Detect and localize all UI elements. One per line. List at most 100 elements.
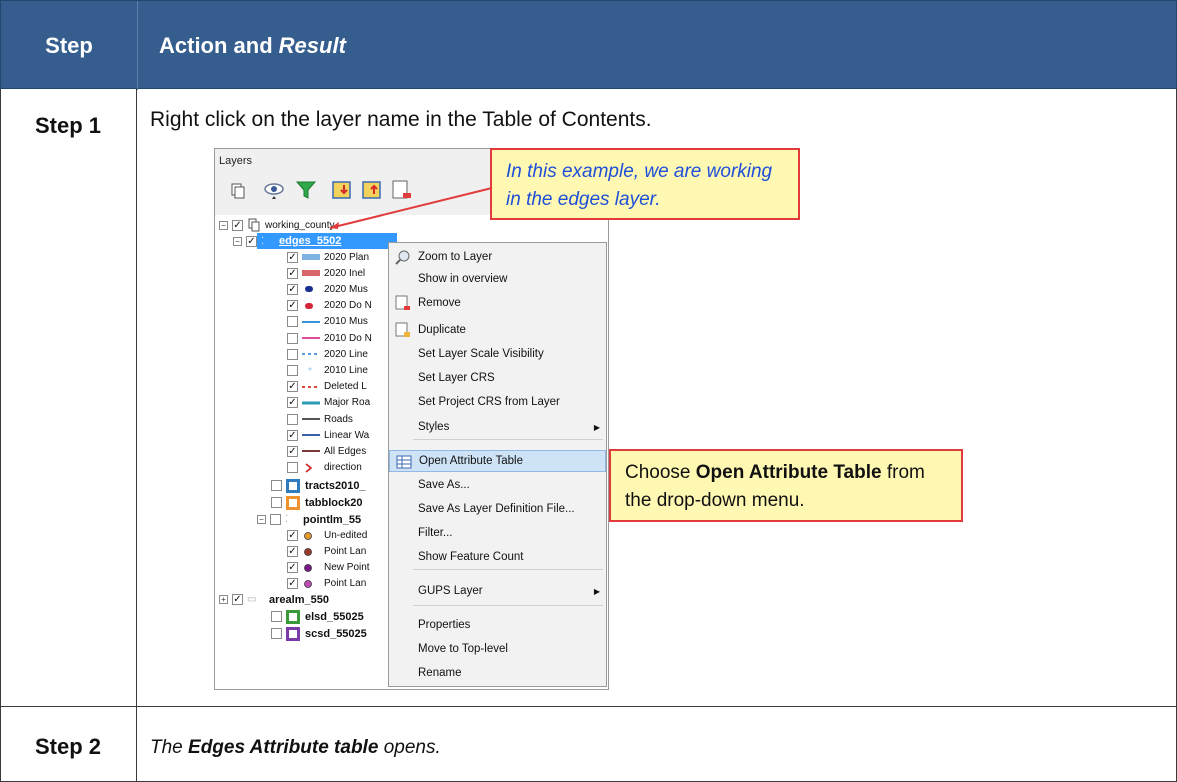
layer-checkbox[interactable]: ✓ bbox=[287, 267, 298, 279]
menu-item-save-as-layer-definition-file[interactable]: Save As Layer Definition File... bbox=[389, 498, 606, 520]
menu-item-label: Properties bbox=[418, 619, 471, 631]
tree-row-layer[interactable]: scsd_55025 bbox=[271, 626, 367, 642]
menu-separator bbox=[413, 439, 603, 440]
tree-row-sublayer[interactable]: * 2010 Line bbox=[287, 362, 368, 378]
zoom-icon bbox=[395, 249, 411, 265]
layer-checkbox[interactable]: ✓ bbox=[287, 381, 298, 393]
tree-row-sublayer[interactable]: ✓ 2020 Mus bbox=[287, 281, 368, 297]
panel-title: Layers bbox=[219, 155, 253, 167]
layer-checkbox[interactable]: ✓ bbox=[287, 562, 298, 574]
add-group-icon[interactable] bbox=[227, 179, 249, 201]
layer-label: 2010 Mus bbox=[324, 316, 368, 328]
menu-item-duplicate[interactable]: Duplicate bbox=[389, 319, 606, 341]
tree-row-point-layer[interactable]: ✓ Un-edited bbox=[287, 528, 367, 544]
layer-checkbox[interactable] bbox=[271, 497, 282, 509]
tree-row-point-layer[interactable]: ✓ New Point bbox=[287, 560, 370, 576]
callout-open-attribute-table: Choose Open Attribute Table from the dro… bbox=[609, 449, 963, 522]
tree-row-sublayer[interactable]: 2010 Do N bbox=[287, 330, 372, 346]
tree-row-point-layer[interactable]: ✓ Point Lan bbox=[287, 576, 366, 592]
layer-checkbox[interactable]: ✓ bbox=[232, 594, 243, 606]
menu-item-save-as[interactable]: Save As... bbox=[389, 474, 606, 496]
tree-row-sublayer[interactable]: 2010 Mus bbox=[287, 314, 368, 330]
tree-row-sublayer[interactable]: ✓ Deleted L bbox=[287, 379, 367, 395]
layer-checkbox[interactable]: ✓ bbox=[287, 429, 298, 441]
layer-symbol-icon bbox=[302, 301, 320, 311]
tree-row-sublayer[interactable]: direction bbox=[287, 460, 362, 476]
filter-funnel-icon[interactable] bbox=[295, 179, 317, 201]
polygon-symbol-icon bbox=[286, 495, 300, 510]
menu-item-zoom-to-layer[interactable]: Zoom to Layer bbox=[389, 246, 606, 268]
layer-checkbox[interactable] bbox=[271, 611, 282, 623]
layer-checkbox[interactable] bbox=[287, 413, 298, 425]
layer-label: All Edges bbox=[324, 445, 367, 457]
layer-checkbox[interactable]: ✓ bbox=[287, 530, 298, 542]
tree-row-sublayer[interactable]: ✓ Linear Wa bbox=[287, 427, 369, 443]
tree-row-sublayer[interactable]: ✓ 2020 Inel bbox=[287, 265, 365, 281]
menu-item-rename[interactable]: Rename bbox=[389, 662, 606, 684]
layer-checkbox[interactable] bbox=[287, 364, 298, 376]
tree-row-area-group[interactable]: + ✓ ▭ arealm_550 bbox=[219, 592, 329, 608]
tree-row-sublayer[interactable]: ✓ 2020 Do N bbox=[287, 298, 372, 314]
menu-item-label: Save As... bbox=[418, 479, 470, 491]
remove-layer-icon[interactable] bbox=[391, 179, 413, 201]
visibility-eye-icon[interactable] bbox=[263, 179, 285, 201]
menu-item-remove[interactable]: Remove bbox=[389, 292, 606, 314]
tree-row-sublayer[interactable]: Roads bbox=[287, 411, 353, 427]
menu-item-gups-layer[interactable]: GUPS Layer ▶ bbox=[389, 580, 606, 602]
tree-row-layer[interactable]: tabblock20 bbox=[271, 495, 362, 511]
tree-row-sublayer[interactable]: ✓ 2020 Plan bbox=[287, 249, 369, 265]
menu-item-set-project-crs-from-layer[interactable]: Set Project CRS from Layer bbox=[389, 391, 606, 413]
layer-checkbox[interactable]: ✓ bbox=[287, 546, 298, 558]
tree-row-layer[interactable]: elsd_55025 bbox=[271, 609, 364, 625]
layer-symbol-icon: * bbox=[302, 365, 320, 377]
layer-checkbox[interactable]: ✓ bbox=[287, 397, 298, 409]
menu-item-label: Remove bbox=[418, 297, 461, 309]
menu-item-label: Open Attribute Table bbox=[419, 455, 523, 467]
layer-checkbox[interactable] bbox=[287, 348, 298, 360]
layer-label: Linear Wa bbox=[324, 429, 370, 441]
layer-label: 2020 Do N bbox=[324, 300, 372, 312]
menu-item-show-feature-count[interactable]: Show Feature Count bbox=[389, 546, 606, 568]
layer-checkbox[interactable] bbox=[270, 514, 281, 526]
menu-item-open-attribute-table[interactable]: Open Attribute Table bbox=[389, 450, 606, 472]
menu-item-move-to-top-level[interactable]: Move to Top-level bbox=[389, 638, 606, 660]
menu-item-show-in-overview[interactable]: Show in overview bbox=[389, 268, 606, 290]
menu-item-label: Duplicate bbox=[418, 324, 466, 336]
layer-checkbox[interactable] bbox=[271, 628, 282, 640]
tree-row-layer[interactable]: tracts2010_ bbox=[271, 478, 366, 494]
layer-label: elsd_55025 bbox=[305, 610, 364, 623]
layer-symbol-icon bbox=[302, 430, 320, 440]
tree-row-sublayer[interactable]: 2020 Line bbox=[287, 346, 368, 362]
expand-all-icon[interactable] bbox=[331, 179, 353, 201]
layer-checkbox[interactable]: ✓ bbox=[287, 283, 298, 295]
layer-symbol-icon bbox=[302, 317, 320, 327]
tree-row-point-group[interactable]: − ⁚ pointlm_55 bbox=[257, 512, 361, 528]
layer-checkbox[interactable]: ✓ bbox=[287, 578, 298, 590]
layer-label: 2020 Inel bbox=[324, 267, 366, 279]
menu-item-set-layer-scale-visibility[interactable]: Set Layer Scale Visibility bbox=[389, 343, 606, 365]
tree-row-group[interactable]: − ✓ working_county bbox=[219, 217, 334, 233]
menu-item-set-layer-crs[interactable]: Set Layer CRS bbox=[389, 367, 606, 389]
layer-checkbox[interactable] bbox=[287, 316, 298, 328]
layer-checkbox[interactable]: ✓ bbox=[287, 251, 298, 263]
layer-checkbox[interactable]: ✓ bbox=[287, 300, 298, 312]
point-symbol-icon bbox=[302, 563, 320, 573]
tree-row-sublayer[interactable]: ✓ All Edges bbox=[287, 443, 366, 459]
tree-row-edges-layer[interactable]: − ✓ ⁚ edges_5502 bbox=[233, 233, 341, 249]
menu-item-filter[interactable]: Filter... bbox=[389, 522, 606, 544]
layer-checkbox[interactable] bbox=[287, 462, 298, 474]
layer-checkbox[interactable] bbox=[271, 480, 282, 492]
collapse-all-icon[interactable] bbox=[361, 179, 383, 201]
layer-label: Point Lan bbox=[324, 578, 367, 590]
layer-checkbox[interactable]: ✓ bbox=[287, 445, 298, 457]
point-symbol-icon bbox=[302, 531, 320, 541]
tree-row-sublayer[interactable]: ✓ Major Roa bbox=[287, 395, 370, 411]
submenu-arrow-icon: ▶ bbox=[593, 586, 600, 596]
menu-item-properties[interactable]: Properties bbox=[389, 614, 606, 636]
menu-item-styles[interactable]: Styles ▶ bbox=[389, 416, 606, 438]
menu-item-label: Move to Top-level bbox=[418, 643, 508, 655]
attribute-table-icon bbox=[396, 454, 412, 470]
tree-row-point-layer[interactable]: ✓ Point Lan bbox=[287, 544, 366, 560]
layer-label: pointlm_55 bbox=[303, 513, 362, 526]
layer-checkbox[interactable] bbox=[287, 332, 298, 344]
